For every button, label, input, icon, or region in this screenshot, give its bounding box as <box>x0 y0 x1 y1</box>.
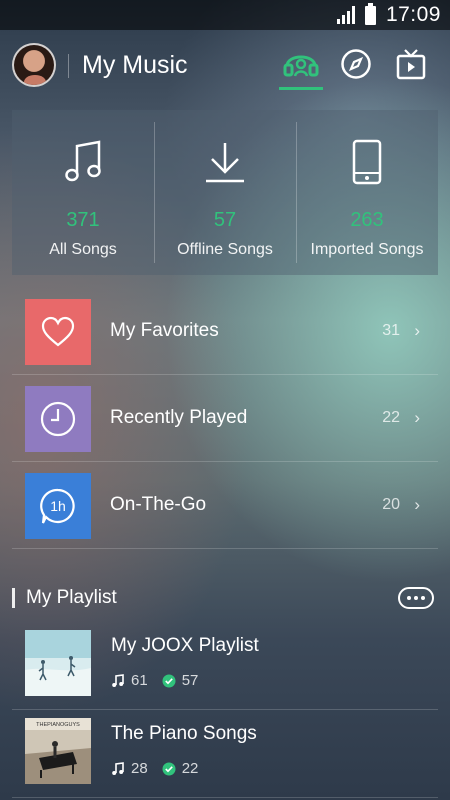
compass-icon <box>341 49 371 79</box>
recently-played-count: 22 <box>382 409 400 426</box>
avatar[interactable] <box>12 43 56 87</box>
list-item-on-the-go[interactable]: 1h On-The-Go 20 › <box>12 462 438 549</box>
check-circle-icon <box>162 674 176 688</box>
playlist-offline-count: 22 <box>181 760 199 777</box>
phone-icon <box>352 139 382 185</box>
favorites-label: My Favorites <box>110 320 219 341</box>
section-marker <box>12 588 15 608</box>
status-bar: 17:09 <box>0 0 450 30</box>
download-icon <box>206 143 244 183</box>
imported-songs-tile[interactable]: 263 Imported Songs <box>296 110 438 275</box>
all-songs-tile[interactable]: 371 All Songs <box>12 110 154 275</box>
playlist-section-title: My Playlist <box>26 587 117 608</box>
list-item-favorites[interactable]: My Favorites 31 › <box>12 288 438 375</box>
chevron-right-icon: › <box>414 321 420 340</box>
playlist-song-count: 28 <box>131 760 148 777</box>
heart-icon <box>41 316 75 347</box>
one-hour-icon: 1h <box>40 488 75 524</box>
clock-icon <box>40 401 76 437</box>
on-the-go-label: On-The-Go <box>110 494 207 515</box>
on-the-go-thumbnail: 1h <box>25 473 91 539</box>
music-note-icon <box>111 761 125 776</box>
playlist-song-count: 61 <box>131 672 148 689</box>
recently-played-thumbnail <box>25 386 91 452</box>
library-stats: 371 All Songs 57 Offline Songs 263 Impor… <box>12 110 438 275</box>
playlist-item[interactable]: My JOOX Playlist 61 57 <box>12 622 438 710</box>
headphones-icon <box>283 55 319 77</box>
list-item-recently-played[interactable]: Recently Played 22 › <box>12 375 438 462</box>
header-divider <box>68 54 69 78</box>
favorites-count: 31 <box>382 322 400 339</box>
playlist-meta: 61 57 <box>111 672 198 689</box>
playlist-section-header: My Playlist <box>12 587 438 611</box>
chevron-right-icon: › <box>414 495 420 514</box>
favorites-thumbnail <box>25 299 91 365</box>
battery-icon <box>364 2 376 25</box>
music-note-icon <box>65 140 101 182</box>
check-circle-icon <box>162 762 176 776</box>
svg-text:1h: 1h <box>50 498 66 514</box>
playlist-item[interactable]: THEPIANOGUYS The Piano Songs 28 22 <box>12 710 438 798</box>
offline-songs-tile[interactable]: 57 Offline Songs <box>154 110 296 275</box>
playlist-cover: THEPIANOGUYS <box>25 718 91 784</box>
signal-icon <box>336 6 355 24</box>
imported-songs-count: 263 <box>350 209 384 231</box>
tab-my-music[interactable] <box>279 44 323 90</box>
header: My Music <box>0 30 450 100</box>
offline-songs-count: 57 <box>213 209 237 231</box>
playlist-offline-count: 57 <box>181 672 199 689</box>
playlist-cover <box>25 630 91 696</box>
recently-played-label: Recently Played <box>110 407 248 428</box>
page-title: My Music <box>82 51 188 79</box>
more-options-button[interactable] <box>398 587 434 609</box>
tv-icon <box>396 49 426 80</box>
all-songs-count: 371 <box>66 209 100 231</box>
on-the-go-count: 20 <box>382 496 400 513</box>
svg-text:THEPIANOGUYS: THEPIANOGUYS <box>36 722 80 728</box>
all-songs-label: All Songs <box>49 241 117 258</box>
playlist-name: The Piano Songs <box>111 723 257 744</box>
tab-tv[interactable] <box>389 44 433 84</box>
music-note-icon <box>111 673 125 688</box>
playlist-name: My JOOX Playlist <box>111 635 259 656</box>
status-time: 17:09 <box>385 3 441 26</box>
chevron-right-icon: › <box>414 408 420 427</box>
imported-songs-label: Imported Songs <box>310 241 424 258</box>
offline-songs-label: Offline Songs <box>177 241 273 258</box>
tab-discover[interactable] <box>334 44 378 84</box>
playlist-meta: 28 22 <box>111 760 198 777</box>
